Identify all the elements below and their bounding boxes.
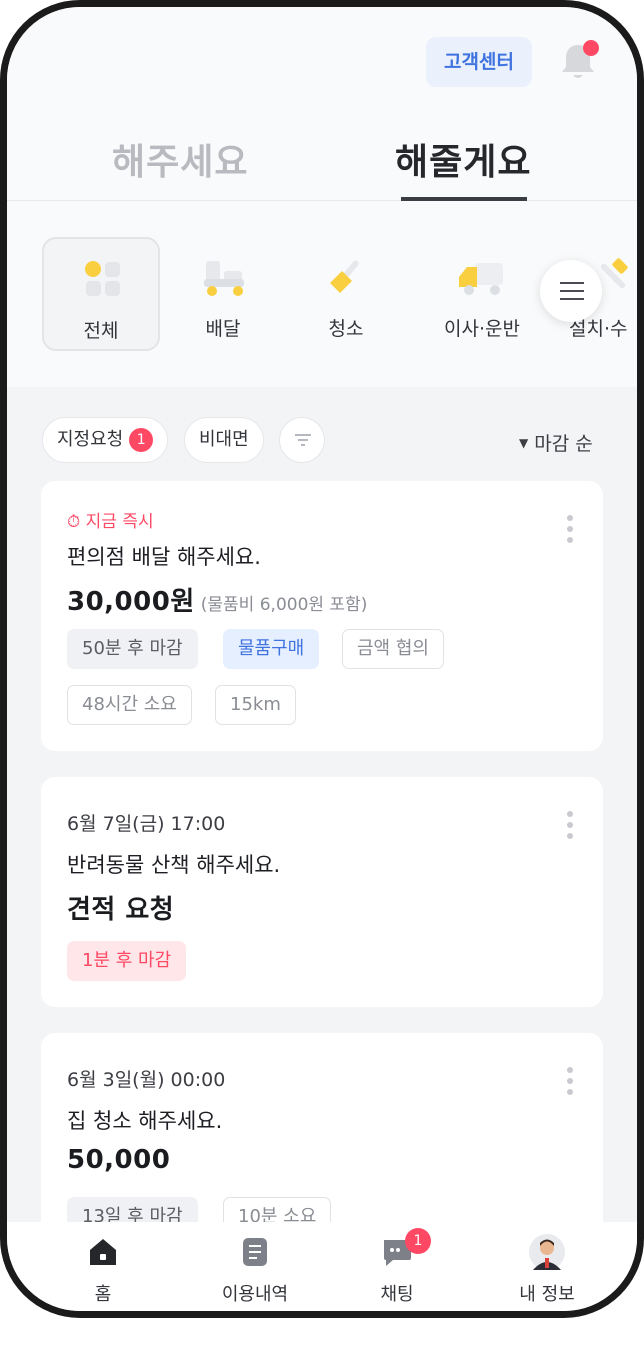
nav-label: 홈 bbox=[94, 1284, 112, 1305]
main-tabs: 해주세요 해줄게요 bbox=[7, 119, 637, 201]
chip-count-badge: 1 bbox=[129, 428, 154, 452]
home-icon bbox=[90, 1239, 116, 1265]
card-price: 50,000 bbox=[67, 1145, 171, 1175]
nav-label: 채팅 bbox=[380, 1284, 414, 1305]
card-date: 6월 3일(월) 00:00 bbox=[67, 1069, 226, 1091]
hamburger-line bbox=[560, 290, 584, 292]
lightning-timer-icon: ⏱ bbox=[67, 512, 81, 532]
notification-dot bbox=[583, 40, 599, 56]
header: 고객센터 해주세요 해줄게요 전체 배달 청소 이사·운반 설치·수 bbox=[7, 7, 637, 387]
price-negotiable-tag: 금액 협의 bbox=[342, 629, 444, 669]
category-all[interactable]: 전체 bbox=[42, 237, 160, 351]
deadline-tag: 50분 후 마감 bbox=[67, 629, 198, 669]
category-delivery[interactable]: 배달 bbox=[164, 237, 282, 351]
more-options-icon[interactable] bbox=[567, 1067, 573, 1100]
card-title: 반려동물 산책 해주세요. bbox=[67, 853, 281, 877]
designated-request-chip[interactable]: 지정요청 1 bbox=[42, 417, 169, 463]
card-title: 집 청소 해주세요. bbox=[67, 1109, 223, 1133]
broom-icon bbox=[330, 260, 359, 293]
tab-request[interactable]: 해주세요 bbox=[112, 133, 248, 185]
category-cleaning[interactable]: 청소 bbox=[287, 237, 405, 351]
category-label: 이사·운반 bbox=[444, 318, 520, 340]
urgent-text: 지금 즉시 bbox=[85, 512, 154, 532]
category-moving[interactable]: 이사·운반 bbox=[423, 237, 541, 351]
card-title: 편의점 배달 해주세요. bbox=[67, 545, 261, 569]
filter-bar: 지정요청 1 비대면 ▼ 마감 순 bbox=[7, 417, 637, 467]
request-card[interactable]: 6월 7일(금) 17:00 반려동물 산책 해주세요. 견적 요청 1분 후 … bbox=[41, 777, 603, 1007]
nav-label: 내 정보 bbox=[519, 1284, 575, 1305]
contactless-chip[interactable]: 비대면 bbox=[184, 417, 264, 463]
price-note: (물품비 6,000원 포함) bbox=[200, 595, 368, 615]
caret-down-icon: ▼ bbox=[519, 436, 529, 450]
chip-label: 지정요청 bbox=[57, 429, 124, 450]
purchase-tag: 물품구매 bbox=[223, 629, 320, 669]
category-menu-button[interactable] bbox=[540, 260, 602, 322]
screen: 고객센터 해주세요 해줄게요 전체 배달 청소 이사·운반 설치·수 지정요청 … bbox=[7, 7, 637, 1311]
scooter-icon bbox=[204, 261, 244, 296]
hamburger-line bbox=[560, 282, 584, 284]
filter-button[interactable] bbox=[279, 417, 325, 463]
urgent-label: ⏱ 지금 즉시 bbox=[67, 507, 154, 532]
sort-label: 마감 순 bbox=[534, 433, 593, 455]
nav-label: 이용내역 bbox=[221, 1284, 289, 1305]
deadline-tag: 1분 후 마감 bbox=[67, 941, 187, 981]
phone-frame: 고객센터 해주세요 해줄게요 전체 배달 청소 이사·운반 설치·수 지정요청 … bbox=[0, 0, 644, 1318]
card-price: 30,000원 (물품비 6,000원 포함) bbox=[67, 581, 367, 618]
avatar-icon bbox=[529, 1234, 565, 1270]
customer-center-button[interactable]: 고객센터 bbox=[426, 37, 532, 87]
document-icon bbox=[243, 1238, 267, 1266]
distance-tag: 15km bbox=[215, 685, 296, 725]
more-options-icon[interactable] bbox=[567, 515, 573, 548]
duration-tag: 48시간 소요 bbox=[67, 685, 192, 725]
price-value: 30,000원 bbox=[67, 587, 195, 617]
grid-icon bbox=[85, 261, 120, 296]
hamburger-line bbox=[560, 298, 584, 300]
active-tab-underline bbox=[401, 197, 527, 201]
card-price: 견적 요청 bbox=[67, 895, 175, 925]
chat-badge: 1 bbox=[405, 1228, 431, 1254]
category-label: 청소 bbox=[328, 318, 364, 340]
sort-dropdown[interactable]: ▼ 마감 순 bbox=[519, 429, 593, 456]
category-label: 전체 bbox=[83, 320, 119, 342]
category-label: 배달 bbox=[205, 318, 241, 340]
bottom-nav: 홈 이용내역 1 채팅 내 정보 bbox=[7, 1222, 637, 1311]
request-card[interactable]: ⏱ 지금 즉시 편의점 배달 해주세요. 30,000원 (물품비 6,000원 … bbox=[41, 481, 603, 751]
more-options-icon[interactable] bbox=[567, 811, 573, 844]
filter-icon bbox=[295, 434, 311, 446]
category-bar: 전체 배달 청소 이사·운반 설치·수 bbox=[7, 232, 637, 352]
truck-icon bbox=[459, 263, 503, 295]
card-date: 6월 7일(금) 17:00 bbox=[67, 813, 226, 835]
tab-offer[interactable]: 해줄게요 bbox=[395, 133, 531, 185]
